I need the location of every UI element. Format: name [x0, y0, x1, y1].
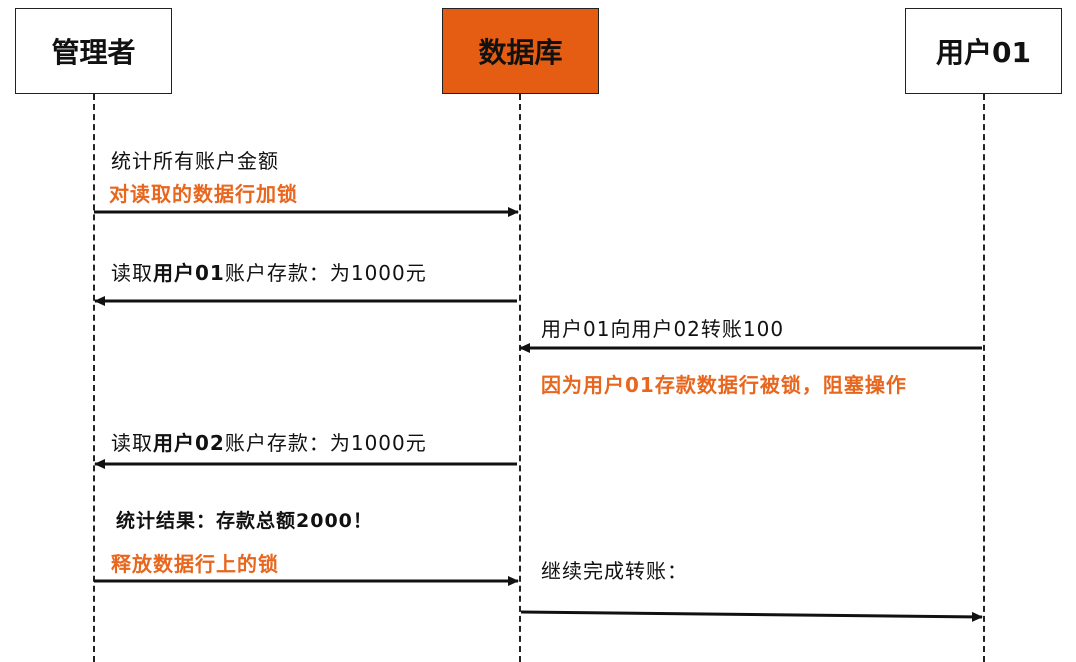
note-lock-rows: 对读取的数据行加锁 — [109, 182, 298, 206]
message-stat-result: 统计结果：存款总额2000！ — [116, 510, 373, 532]
note-blocked: 因为用户01存款数据行被锁，阻塞操作 — [541, 373, 907, 397]
message-read-user01-user: 用户01 — [153, 261, 225, 285]
message-read-user01: 读取用户01账户存款：为1000元 — [111, 257, 427, 286]
message-read-user01-prefix: 读取 — [111, 261, 153, 285]
sequence-diagram: 管理者 数据库 用户01 统计所有账户金额 对读取的数据行加锁 读取用户01账户… — [0, 0, 1076, 662]
message-read-user01-suffix: 账户存款：为1000元 — [224, 261, 427, 285]
message-read-user02-user: 用户02 — [153, 431, 225, 455]
message-read-user02-suffix: 账户存款：为1000元 — [224, 431, 427, 455]
message-stat-all-accounts: 统计所有账户金额 — [111, 149, 279, 173]
message-transfer-request: 用户01向用户02转账100 — [541, 317, 785, 341]
note-release-lock: 释放数据行上的锁 — [111, 552, 279, 576]
message-continue-transfer: 继续完成转账： — [541, 559, 688, 583]
message-read-user02-prefix: 读取 — [111, 431, 153, 455]
message-read-user02: 读取用户02账户存款：为1000元 — [111, 427, 427, 456]
arrow-db-to-user — [520, 610, 983, 622]
